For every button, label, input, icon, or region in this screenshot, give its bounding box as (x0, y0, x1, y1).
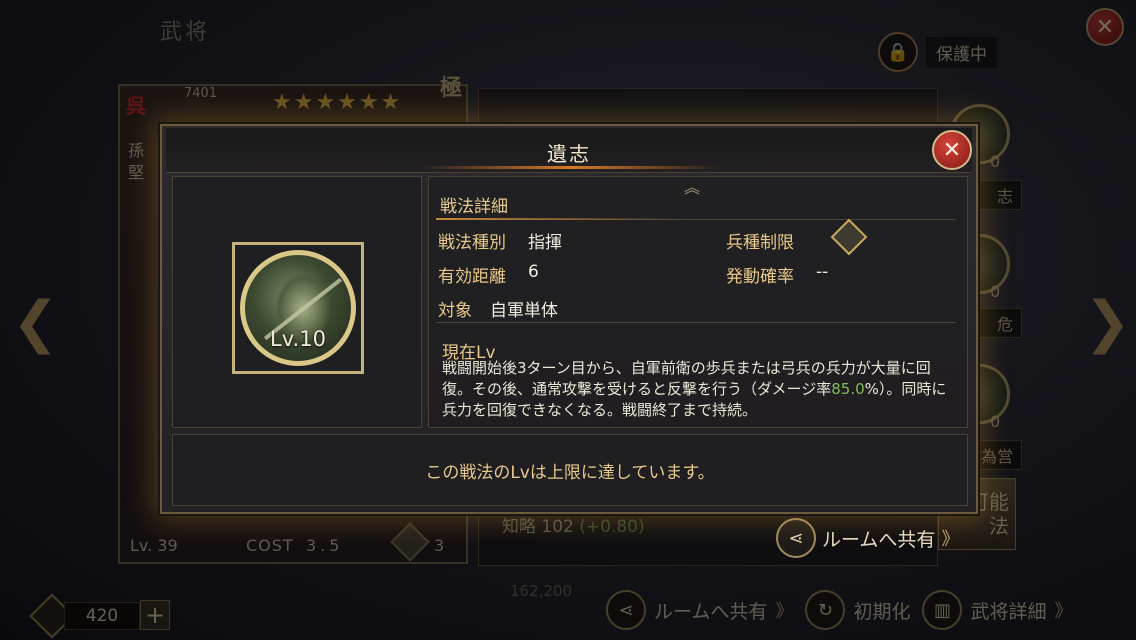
description-divider (436, 322, 956, 323)
chevron-up-icon[interactable]: ︽ (684, 174, 700, 198)
troop-restriction-label: 兵種制限 (726, 233, 794, 253)
share-icon: ⋖ (776, 518, 816, 558)
max-level-message: この戦法のLvは上限に達しています。 (425, 463, 715, 483)
activation-rate-label: 発動確率 (726, 267, 794, 287)
chevron-right-icon: 》 (941, 529, 960, 550)
target-value: 自軍単体 (490, 301, 558, 321)
skill-emblem-icon: Lv.10 (240, 250, 356, 366)
skill-medal: Lv.10 (232, 242, 364, 374)
close-icon: ✕ (942, 137, 962, 163)
close-modal-button[interactable]: ✕ (932, 130, 972, 170)
section-underline (436, 218, 686, 220)
skill-level: Lv.10 (270, 327, 326, 351)
target-label: 対象 (438, 301, 472, 321)
range-value: 6 (528, 262, 539, 282)
share-to-room-button[interactable]: ⋖ ルームへ共有 》 (776, 516, 959, 560)
skill-description: 戦闘開始後3ターン目から、自軍前衛の歩兵または弓兵の兵力が大量に回復。その後、通… (442, 358, 950, 421)
skill-type-label: 戦法種別 (438, 233, 506, 253)
share-to-room-label: ルームへ共有 (822, 528, 936, 551)
activation-rate-value: -- (816, 262, 829, 282)
range-label: 有効距離 (438, 267, 506, 287)
damage-rate-value: 85.0 (831, 380, 865, 398)
title-glow (420, 166, 720, 169)
modal-title: 遺志 (547, 142, 591, 166)
skill-type-value: 指揮 (528, 233, 562, 253)
section-title: 戦法詳細 (440, 197, 508, 217)
